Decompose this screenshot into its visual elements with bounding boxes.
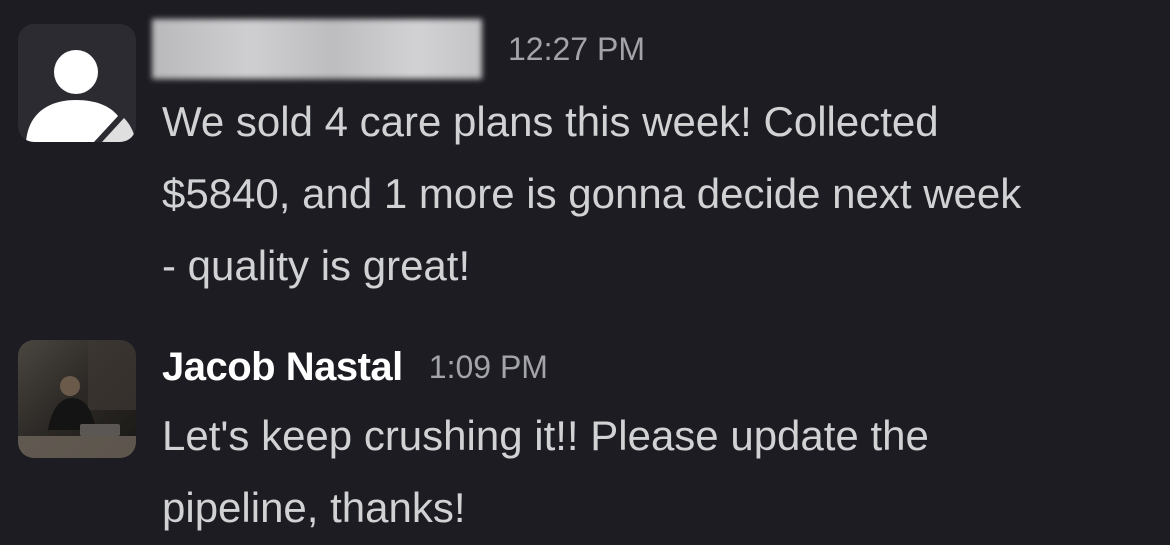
redacted-sender-name[interactable] bbox=[152, 19, 482, 79]
message-text: We sold 4 care plans this week! Collecte… bbox=[162, 98, 1022, 289]
generic-user-icon[interactable] bbox=[18, 24, 136, 142]
message-item[interactable]: Jacob Nastal 1:09 PM Let's keep crushing… bbox=[0, 320, 1170, 545]
sender-name[interactable]: Jacob Nastal bbox=[162, 345, 403, 390]
message-timestamp[interactable]: 1:09 PM bbox=[429, 349, 548, 386]
message-item[interactable]: 12:27 PM We sold 4 care plans this week!… bbox=[0, 0, 1170, 320]
message-header: 12:27 PM bbox=[152, 18, 645, 80]
user-photo-avatar[interactable] bbox=[18, 340, 136, 458]
message-text: Let's keep crushing it!! Please update t… bbox=[162, 412, 929, 531]
message-header: Jacob Nastal 1:09 PM bbox=[162, 342, 548, 392]
message-timestamp[interactable]: 12:27 PM bbox=[508, 31, 645, 68]
